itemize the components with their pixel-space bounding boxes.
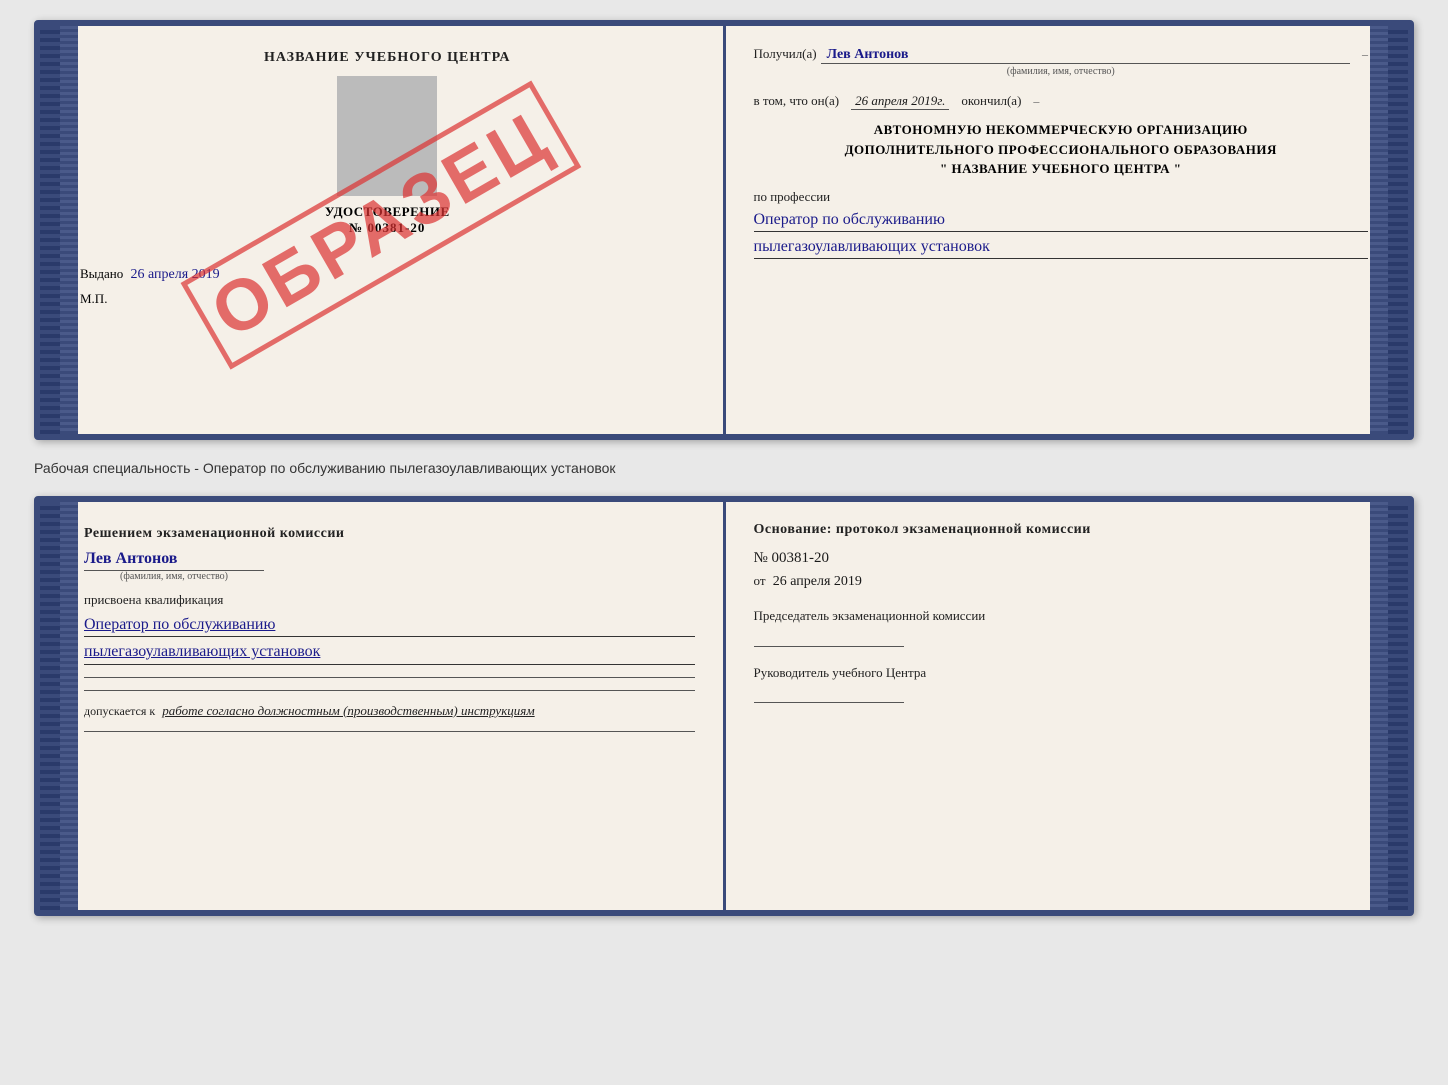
chairman-block: Председатель экзаменационной комиссии [754, 606, 1365, 647]
school-name: НАЗВАНИЕ УЧЕБНОГО ЦЕНТРА [80, 50, 695, 66]
director-block: Руководитель учебного Центра [754, 663, 1365, 704]
issued-label: Выдано [80, 266, 123, 281]
mp-label: М.П. [80, 291, 695, 307]
chairman-signature-line [754, 646, 904, 647]
date-line: от 26 апреля 2019 [754, 573, 1365, 590]
allows-label: допускается к [84, 704, 155, 718]
decision-label: Решением экзаменационной комиссии [84, 526, 695, 542]
bottom-fio-sub: (фамилия, имя, отчество) [84, 570, 264, 582]
chairman-label: Председатель экзаменационной комиссии [754, 606, 1365, 626]
blank-line1 [84, 677, 695, 678]
doc-title: УДОСТОВЕРЕНИЕ [80, 204, 695, 220]
bottom-right-page: Основание: протокол экзаменационной коми… [726, 502, 1409, 910]
left-page-content: НАЗВАНИЕ УЧЕБНОГО ЦЕНТРА УДОСТОВЕРЕНИЕ №… [80, 50, 695, 307]
issued-line: Выдано 26 апреля 2019 [80, 266, 695, 283]
top-left-page: НАЗВАНИЕ УЧЕБНОГО ЦЕНТРА УДОСТОВЕРЕНИЕ №… [40, 26, 726, 434]
separator-text: Рабочая специальность - Оператор по обсл… [34, 452, 1414, 484]
date-value: 26 апреля 2019г. [851, 93, 949, 110]
dash1: – [1362, 47, 1368, 62]
received-value: Лев Антонов [821, 47, 1350, 64]
profession-label: по профессии [754, 189, 1369, 205]
director-label: Руководитель учебного Центра [754, 663, 1365, 683]
org-block: АВТОНОМНУЮ НЕКОММЕРЧЕСКУЮ ОРГАНИЗАЦИЮ ДО… [754, 120, 1369, 179]
date-value-bottom: 26 апреля 2019 [773, 574, 862, 589]
blank-line3 [84, 731, 695, 732]
qual-line1: Оператор по обслуживанию [84, 614, 695, 637]
qual-line2: пылегазоулавливающих установок [84, 641, 695, 664]
profession-line1: Оператор по обслуживанию [754, 209, 1369, 232]
top-certificate-book: НАЗВАНИЕ УЧЕБНОГО ЦЕНТРА УДОСТОВЕРЕНИЕ №… [34, 20, 1414, 440]
org-line2: ДОПОЛНИТЕЛЬНОГО ПРОФЕССИОНАЛЬНОГО ОБРАЗО… [754, 140, 1369, 160]
received-field: Получил(а) Лев Антонов – [754, 46, 1369, 64]
protocol-number: № 00381-20 [754, 550, 1365, 567]
finished-label: окончил(а) [961, 93, 1021, 109]
bottom-right-spine [1370, 502, 1388, 910]
in-that-field: в том, что он(а) 26 апреля 2019г. окончи… [754, 93, 1369, 110]
org-name: " НАЗВАНИЕ УЧЕБНОГО ЦЕНТРА " [754, 159, 1369, 179]
in-that-label: в том, что он(а) [754, 93, 840, 109]
photo-placeholder [337, 76, 437, 196]
doc-number: № 00381-20 [80, 220, 695, 236]
allows-block: допускается к работе согласно должностны… [84, 703, 695, 719]
director-signature-line [754, 702, 904, 703]
date-prefix: от [754, 573, 766, 588]
blank-line2 [84, 690, 695, 691]
bottom-left-page: Решением экзаменационной комиссии Лев Ан… [40, 502, 726, 910]
person-name: Лев Антонов [84, 550, 695, 568]
top-right-page: Получил(а) Лев Антонов – (фамилия, имя, … [726, 26, 1409, 434]
allows-value: работе согласно должностным (производств… [162, 703, 534, 718]
right-spine [1370, 26, 1388, 434]
org-line1: АВТОНОМНУЮ НЕКОММЕРЧЕСКУЮ ОРГАНИЗАЦИЮ [754, 120, 1369, 140]
issued-date: 26 апреля 2019 [131, 267, 220, 282]
received-label: Получил(а) [754, 46, 817, 62]
fio-sub: (фамилия, имя, отчество) [754, 66, 1369, 77]
profession-line2: пылегазоулавливающих установок [754, 236, 1369, 259]
assigned-label: присвоена квалификация [84, 592, 695, 608]
dash2: – [1033, 94, 1039, 109]
basis-label: Основание: протокол экзаменационной коми… [754, 522, 1365, 538]
bottom-certificate-book: Решением экзаменационной комиссии Лев Ан… [34, 496, 1414, 916]
